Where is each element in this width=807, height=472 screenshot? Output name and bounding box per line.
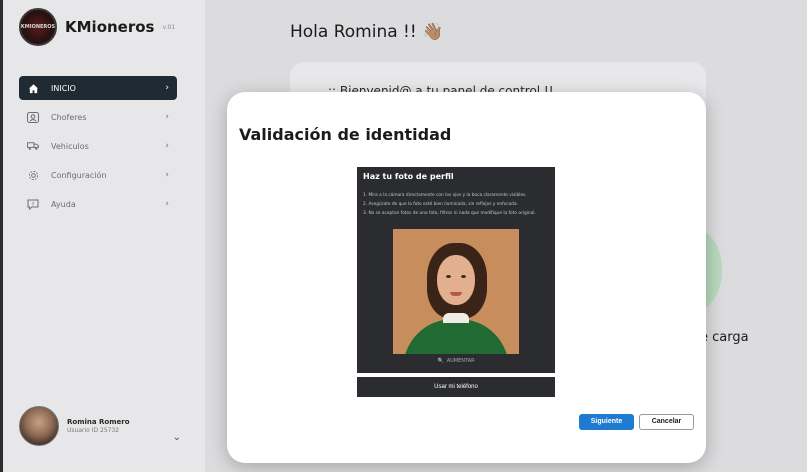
sidebar-nav: INICIO › Choferes › Vehiculos › Configur… — [19, 76, 177, 221]
camera-rule: 3. No se aceptan fotos de una foto, filt… — [363, 211, 536, 216]
camera-rules: 1. Mira a la cámara directamente con los… — [363, 191, 549, 218]
avatar — [19, 406, 59, 446]
sidebar-item-inicio[interactable]: INICIO › — [19, 76, 177, 100]
brand-version: v.01 — [162, 23, 176, 31]
identity-validation-modal: Validación de identidad Haz tu foto de p… — [227, 92, 706, 463]
profile-name: Romina Romero — [67, 418, 130, 426]
profile-photo-preview — [393, 229, 519, 354]
brand-name: KMioneros — [65, 18, 155, 36]
truck-icon — [27, 140, 39, 152]
partial-text: e carga — [700, 330, 749, 345]
chevron-right-icon: › — [165, 141, 169, 151]
modal-title: Validación de identidad — [239, 125, 452, 144]
sidebar-item-label: Choferes — [51, 112, 87, 122]
sidebar-item-label: Configuración — [51, 170, 107, 180]
profile-user-id: Usuario ID 25732 — [67, 427, 120, 434]
chevron-right-icon: › — [165, 112, 169, 122]
home-icon — [27, 82, 39, 94]
sidebar-item-ayuda[interactable]: ? Ayuda › — [19, 192, 177, 216]
gear-icon — [27, 169, 39, 181]
sidebar-item-vehiculos[interactable]: Vehiculos › — [19, 134, 177, 158]
camera-panel: Haz tu foto de perfil 1. Mira a la cámar… — [357, 167, 555, 373]
cancel-button[interactable]: Cancelar — [639, 414, 694, 430]
sidebar-item-label: INICIO — [51, 83, 76, 93]
chevron-right-icon: › — [165, 199, 169, 209]
svg-text:?: ? — [32, 202, 35, 208]
chevron-down-icon[interactable]: ⌄ — [173, 432, 181, 443]
zoom-label: AUMENTAR — [446, 358, 475, 364]
id-card-icon — [27, 111, 39, 123]
brand[interactable]: KMIONEROS KMioneros v.01 — [19, 8, 175, 46]
zoom-icon: 🔍 — [437, 358, 444, 364]
next-button[interactable]: Siguiente — [579, 414, 634, 430]
user-profile[interactable]: Romina Romero Usuario ID 25732 ⌄ — [19, 406, 189, 446]
page-title: Hola Romina !! 👋🏽 — [290, 22, 444, 42]
chevron-right-icon: › — [165, 170, 169, 180]
chevron-right-icon: › — [165, 83, 169, 93]
logo-text: KMIONEROS — [20, 24, 56, 30]
sidebar-item-label: Vehiculos — [51, 141, 89, 151]
camera-title: Haz tu foto de perfil — [363, 172, 454, 181]
zoom-button[interactable]: 🔍 AUMENTAR — [357, 358, 555, 364]
sidebar-item-configuracion[interactable]: Configuración › — [19, 163, 177, 187]
camera-rule: 1. Mira a la cámara directamente con los… — [363, 193, 527, 198]
sidebar-item-choferes[interactable]: Choferes › — [19, 105, 177, 129]
sidebar-item-label: Ayuda — [51, 199, 76, 209]
sidebar: KMIONEROS KMioneros v.01 INICIO › Chofer… — [3, 0, 205, 472]
kmioneros-logo: KMIONEROS — [19, 8, 57, 46]
camera-rule: 2. Asegúrate de que la foto esté bien il… — [363, 202, 518, 207]
use-phone-button[interactable]: Usar mi teléfono — [357, 377, 555, 397]
chat-help-icon: ? — [27, 198, 39, 210]
